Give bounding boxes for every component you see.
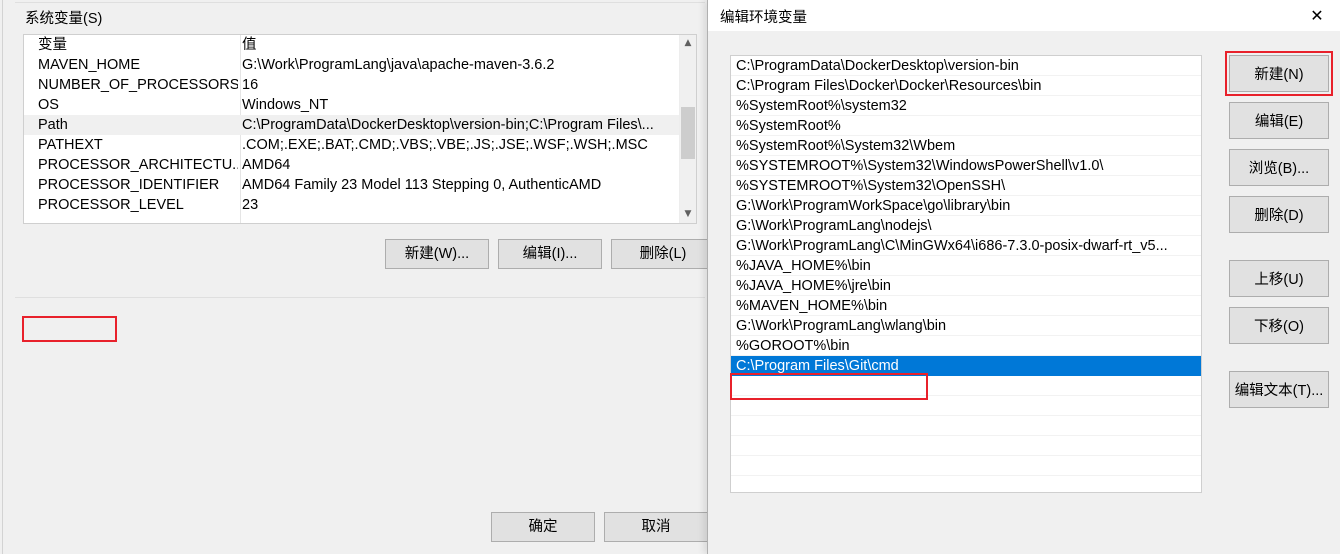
column-header-variable: 变量	[38, 35, 238, 55]
close-icon[interactable]: ✕	[1294, 0, 1340, 31]
system-variables-label: 系统变量(S)	[25, 7, 102, 28]
path-entry-row[interactable]: %SYSTEMROOT%\System32\OpenSSH\	[731, 176, 1201, 196]
path-entry-row[interactable]: G:\Work\ProgramLang\C\MinGWx64\i686-7.3.…	[731, 236, 1201, 256]
path-entry-row[interactable]: G:\Work\ProgramLang\wlang\bin	[731, 316, 1201, 336]
variable-value: 23	[242, 195, 694, 215]
footer-divider	[15, 297, 705, 298]
variable-value: AMD64	[242, 155, 694, 175]
path-entry-row-empty[interactable]	[731, 416, 1201, 436]
section-divider	[15, 2, 705, 3]
scrollbar-thumb[interactable]	[681, 107, 695, 159]
variable-name: NUMBER_OF_PROCESSORS	[38, 75, 238, 95]
scroll-down-arrow-icon[interactable]: ▼	[680, 206, 696, 223]
ok-button[interactable]: 确定	[491, 512, 595, 542]
dialog-edit-button[interactable]: 编辑(E)	[1229, 102, 1329, 139]
scroll-up-arrow-icon[interactable]: ▲	[680, 35, 696, 52]
table-row[interactable]: PATHEXT .COM;.EXE;.BAT;.CMD;.VBS;.VBE;.J…	[24, 135, 696, 155]
variable-value: .COM;.EXE;.BAT;.CMD;.VBS;.VBE;.JS;.JSE;.…	[242, 135, 694, 155]
environment-variables-window: OneDriveConsumer C:\Users\cheny\OneDrive…	[0, 0, 716, 554]
path-entry-row[interactable]: %SYSTEMROOT%\System32\WindowsPowerShell\…	[731, 156, 1201, 176]
variable-value: G:\Work\ProgramLang\java\apache-maven-3.…	[242, 55, 694, 75]
path-entry-row-empty[interactable]	[731, 396, 1201, 416]
variable-name: PROCESSOR_ARCHITECTU...	[38, 155, 238, 175]
dialog-body: C:\ProgramData\DockerDesktop\version-bin…	[708, 31, 1340, 554]
screenshot-root: OneDriveConsumer C:\Users\cheny\OneDrive…	[0, 0, 1340, 554]
variable-value: 16	[242, 75, 694, 95]
table-row[interactable]: PROCESSOR_IDENTIFIER AMD64 Family 23 Mod…	[24, 175, 696, 195]
variable-name: Path	[38, 115, 238, 135]
edit-environment-variable-dialog: 编辑环境变量 ✕ C:\ProgramData\DockerDesktop\ve…	[707, 0, 1340, 554]
dialog-move-down-button[interactable]: 下移(O)	[1229, 307, 1329, 344]
variable-name: OS	[38, 95, 238, 115]
path-entry-row[interactable]: %JAVA_HOME%\jre\bin	[731, 276, 1201, 296]
path-entry-row[interactable]: %GOROOT%\bin	[731, 336, 1201, 356]
dialog-move-up-button[interactable]: 上移(U)	[1229, 260, 1329, 297]
path-entry-row[interactable]: %JAVA_HOME%\bin	[731, 256, 1201, 276]
table-row[interactable]: OS Windows_NT	[24, 95, 696, 115]
selected-path-entry[interactable]: C:\Program Files\Git\cmd	[731, 356, 1201, 376]
variable-name: MAVEN_HOME	[38, 55, 238, 75]
system-variables-group: 系统变量(S) 变量 值 MAVEN_HOME G:\Work\ProgramL…	[15, 6, 705, 290]
path-entry-row[interactable]: %SystemRoot%\System32\Wbem	[731, 136, 1201, 156]
cancel-button[interactable]: 取消	[604, 512, 708, 542]
environment-variables-window-content: OneDriveConsumer C:\Users\cheny\OneDrive…	[2, 0, 714, 554]
variable-name: PROCESSOR_LEVEL	[38, 195, 238, 215]
dialog-delete-button[interactable]: 删除(D)	[1229, 196, 1329, 233]
system-variables-listbox[interactable]: 变量 值 MAVEN_HOME G:\Work\ProgramLang\java…	[23, 34, 697, 224]
dialog-titlebar: 编辑环境变量 ✕	[708, 0, 1340, 31]
path-entry-row[interactable]: C:\ProgramData\DockerDesktop\version-bin	[731, 56, 1201, 76]
column-header-value: 值	[242, 35, 694, 55]
dialog-edit-text-button[interactable]: 编辑文本(T)...	[1229, 371, 1329, 408]
variable-value: Windows_NT	[242, 95, 694, 115]
system-variable-path-row[interactable]: Path C:\ProgramData\DockerDesktop\versio…	[24, 115, 696, 135]
dialog-browse-button[interactable]: 浏览(B)...	[1229, 149, 1329, 186]
table-row[interactable]: PROCESSOR_LEVEL 23	[24, 195, 696, 215]
path-entry-row-empty[interactable]	[731, 436, 1201, 456]
path-entry-row[interactable]: %SystemRoot%	[731, 116, 1201, 136]
table-row[interactable]: PROCESSOR_ARCHITECTU... AMD64	[24, 155, 696, 175]
table-row[interactable]: NUMBER_OF_PROCESSORS 16	[24, 75, 696, 95]
variable-name: PATHEXT	[38, 135, 238, 155]
path-entry-row-empty[interactable]	[731, 456, 1201, 476]
table-row[interactable]: MAVEN_HOME G:\Work\ProgramLang\java\apac…	[24, 55, 696, 75]
path-entries-listbox[interactable]: C:\ProgramData\DockerDesktop\version-bin…	[730, 55, 1202, 493]
path-entry-row[interactable]: G:\Work\ProgramLang\nodejs\	[731, 216, 1201, 236]
variable-value: AMD64 Family 23 Model 113 Stepping 0, Au…	[242, 175, 694, 195]
path-entry-row[interactable]: %MAVEN_HOME%\bin	[731, 296, 1201, 316]
dialog-title: 编辑环境变量	[720, 6, 807, 27]
variable-value: C:\ProgramData\DockerDesktop\version-bin…	[242, 115, 694, 135]
system-new-button[interactable]: 新建(W)...	[385, 239, 489, 269]
path-entry-row-empty[interactable]	[731, 376, 1201, 396]
table-header-row: 变量 值	[24, 35, 696, 55]
system-edit-button[interactable]: 编辑(I)...	[498, 239, 602, 269]
path-entry-row[interactable]: G:\Work\ProgramWorkSpace\go\library\bin	[731, 196, 1201, 216]
variable-name: PROCESSOR_IDENTIFIER	[38, 175, 238, 195]
path-entry-row[interactable]: C:\Program Files\Docker\Docker\Resources…	[731, 76, 1201, 96]
dialog-new-button[interactable]: 新建(N)	[1229, 55, 1329, 92]
system-variables-scrollbar[interactable]: ▲ ▼	[679, 35, 696, 223]
path-entry-row[interactable]: %SystemRoot%\system32	[731, 96, 1201, 116]
system-delete-button[interactable]: 删除(L)	[611, 239, 715, 269]
